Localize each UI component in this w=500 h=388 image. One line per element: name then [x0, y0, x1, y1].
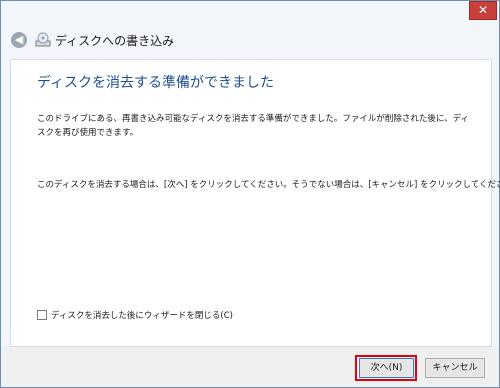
next-button[interactable]: 次へ(N)	[359, 358, 414, 378]
instruction-text: このディスクを消去する場合は、[次へ] をクリックしてください。そうでない場合は…	[37, 180, 500, 190]
wizard-title: ディスクへの書き込み	[55, 34, 175, 48]
page-heading: ディスクを消去する準備ができました	[37, 75, 275, 91]
disc-burner-icon	[35, 32, 51, 47]
back-button[interactable]: ◀	[11, 32, 27, 48]
wizard-window: ✕ ◀ ディスクへの書き込み ディスクを消去する準備ができました このドライブに…	[0, 0, 500, 388]
close-after-erase-label[interactable]: ディスクを消去した後にウィザードを閉じる(C)	[51, 309, 233, 321]
wizard-footer: 次へ(N) キャンセル	[1, 347, 499, 387]
back-arrow-icon: ◀	[14, 33, 24, 46]
description-text: このドライブにある、再書き込み可能なディスクを消去する準備ができました。ファイル…	[37, 114, 470, 138]
close-after-erase-option[interactable]: ディスクを消去した後にウィザードを閉じる(C)	[37, 308, 233, 322]
title-bar: ✕	[1, 1, 499, 27]
close-after-erase-checkbox[interactable]	[37, 310, 47, 320]
close-button[interactable]: ✕	[469, 1, 497, 20]
wizard-content: ディスクを消去する準備ができました このドライブにある、再書き込み可能なディスク…	[10, 59, 500, 347]
cancel-button[interactable]: キャンセル	[425, 358, 485, 378]
close-icon: ✕	[477, 3, 489, 17]
wizard-header: ◀ ディスクへの書き込み	[1, 29, 499, 53]
